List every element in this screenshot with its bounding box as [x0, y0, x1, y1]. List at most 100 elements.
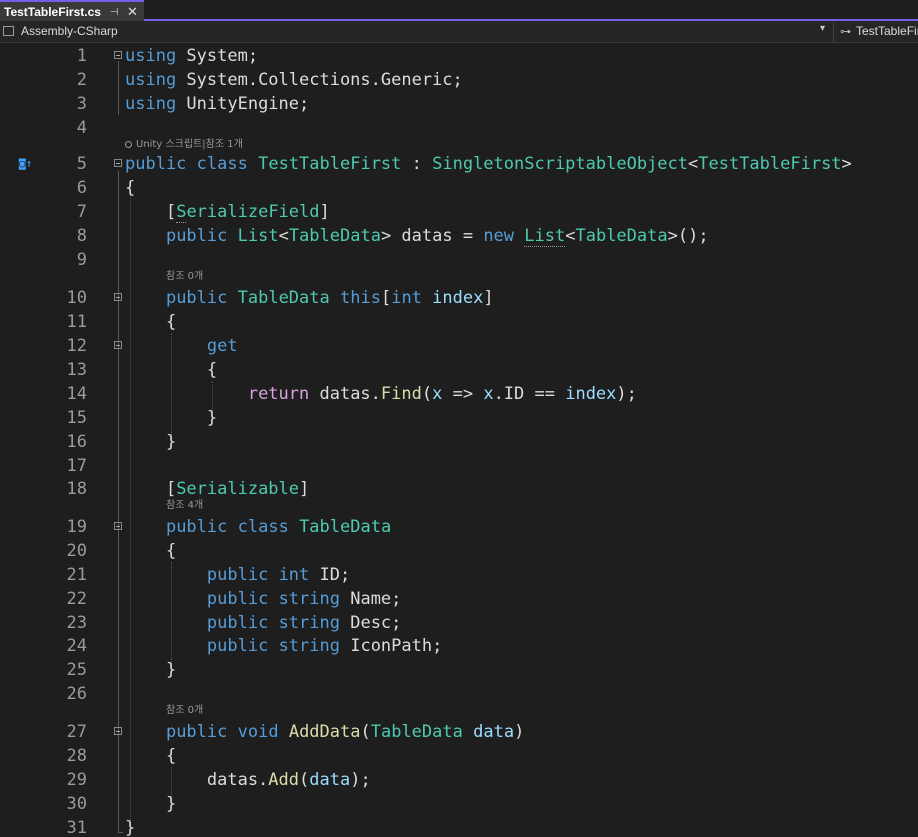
code-line[interactable]: 3 using UnityEngine;: [0, 92, 918, 116]
code-token: UnityEngine;: [176, 94, 310, 114]
codelens-references-link[interactable]: 참조 0개: [166, 704, 203, 718]
code-text: public List<TableData> datas = new List<…: [125, 224, 709, 248]
unity-icon: [125, 141, 132, 148]
code-line[interactable]: 22 public string Name;: [0, 587, 918, 611]
code-text: datas.Add(data);: [125, 768, 371, 792]
code-line[interactable]: 10 public TableData this[int index]: [0, 286, 918, 310]
tab-title: TestTableFirst.cs: [4, 5, 101, 19]
code-token: >: [841, 154, 852, 174]
line-number: 6: [76, 178, 87, 198]
collapse-icon[interactable]: [114, 341, 122, 349]
code-line[interactable]: 25 }: [0, 658, 918, 682]
line-number: 30: [66, 794, 87, 814]
line-number: 4: [76, 118, 87, 138]
collapse-icon[interactable]: [114, 51, 122, 59]
code-line[interactable]: 17: [0, 454, 918, 478]
collapse-icon[interactable]: [114, 727, 122, 735]
project-icon: [3, 26, 14, 36]
code-line[interactable]: 21 public int ID;: [0, 563, 918, 587]
code-line[interactable]: 26: [0, 682, 918, 706]
code-token: =>: [442, 384, 484, 404]
pin-icon[interactable]: ⊣: [110, 2, 119, 23]
code-line[interactable]: 12 get: [0, 334, 918, 358]
code-token: datas.: [125, 770, 269, 790]
code-line[interactable]: 9: [0, 248, 918, 272]
collapse-icon[interactable]: [114, 159, 122, 167]
code-line[interactable]: 27 public void AddData(TableData data): [0, 720, 918, 744]
line-number: 8: [76, 226, 87, 246]
codelens-references-link[interactable]: 참조 0개: [166, 270, 203, 284]
code-text: }: [125, 660, 177, 680]
keyword-token: public: [125, 154, 187, 174]
code-token: (: [299, 770, 310, 790]
code-text: {: [125, 746, 177, 766]
parameter-token: index: [432, 288, 484, 308]
line-number: 10: [66, 288, 87, 308]
code-token: .ID ==: [493, 384, 566, 404]
codelens-references-link[interactable]: 참조 4개: [166, 499, 203, 513]
code-text: public TableData this[int index]: [125, 286, 494, 310]
code-line[interactable]: 23 public string Desc;: [0, 611, 918, 635]
implementation-marker-icon[interactable]: ◙↑: [19, 157, 32, 171]
code-line[interactable]: 13 {: [0, 358, 918, 382]
code-line[interactable]: 29 datas.Add(data);: [0, 768, 918, 792]
code-token: );: [350, 770, 371, 790]
class-icon: ⊶: [840, 26, 851, 38]
code-line[interactable]: 20 {: [0, 539, 918, 563]
code-token: );: [616, 384, 637, 404]
code-line[interactable]: 18 [Serializable]: [0, 477, 918, 501]
type-token: List: [524, 226, 566, 247]
close-icon[interactable]: ✕: [127, 1, 138, 22]
line-number: 17: [66, 456, 87, 476]
keyword-token: public: [206, 589, 269, 609]
codelens-text: Unity 스크립트|참조 1개: [125, 138, 243, 152]
code-line[interactable]: 15 }: [0, 406, 918, 430]
code-line[interactable]: 11 {: [0, 310, 918, 334]
line-number: 13: [66, 360, 87, 380]
keyword-token: string: [278, 589, 340, 609]
code-line[interactable]: 24 public string IconPath;: [0, 634, 918, 658]
code-line[interactable]: 31 }: [0, 816, 918, 837]
project-dropdown[interactable]: Assembly-CSharp: [21, 24, 118, 38]
code-line[interactable]: 4: [0, 116, 918, 140]
codelens-unity-link[interactable]: Unity 스크립트: [136, 139, 202, 150]
tab-testtablefirst[interactable]: TestTableFirst.cs ⊣ ✕: [0, 0, 144, 21]
code-editor[interactable]: 1 using System; 2 using System.Collectio…: [0, 43, 918, 837]
code-line[interactable]: 2 using System.Collections.Generic;: [0, 68, 918, 92]
codelens-references-link[interactable]: 참조 1개: [206, 139, 243, 150]
control-keyword-token: return: [247, 384, 310, 404]
code-line[interactable]: 30 }: [0, 792, 918, 816]
code-line[interactable]: 8 public List<TableData> datas = new Lis…: [0, 224, 918, 248]
code-line[interactable]: 16 }: [0, 430, 918, 454]
chevron-down-icon[interactable]: ▾: [820, 23, 825, 34]
collapse-icon[interactable]: [114, 293, 122, 301]
class-scope-dropdown[interactable]: TestTableFirst: [856, 24, 918, 38]
code-line[interactable]: 1 using System;: [0, 44, 918, 68]
parameter-token: x: [432, 384, 443, 404]
code-line[interactable]: 7 [SerializeField]: [0, 200, 918, 224]
keyword-token: public: [165, 517, 228, 537]
code-text: public int ID;: [125, 563, 350, 587]
code-token: (: [360, 722, 371, 742]
code-token: ]: [299, 479, 310, 499]
method-token: AddData: [288, 722, 361, 742]
code-line[interactable]: 19 public class TableData: [0, 515, 918, 539]
code-text: public class TestTableFirst : SingletonS…: [125, 152, 852, 176]
code-line[interactable]: 6 {: [0, 176, 918, 200]
line-number: 3: [76, 94, 87, 114]
code-line[interactable]: 14 return datas.Find(x => x.ID == index)…: [0, 382, 918, 406]
line-number: 15: [66, 408, 87, 428]
code-line[interactable]: ◙↑ 5 public class TestTableFirst : Singl…: [0, 152, 918, 176]
code-token: System;: [176, 46, 259, 66]
collapse-icon[interactable]: [114, 522, 122, 530]
line-number: 16: [66, 432, 87, 452]
code-line[interactable]: 28 {: [0, 744, 918, 768]
